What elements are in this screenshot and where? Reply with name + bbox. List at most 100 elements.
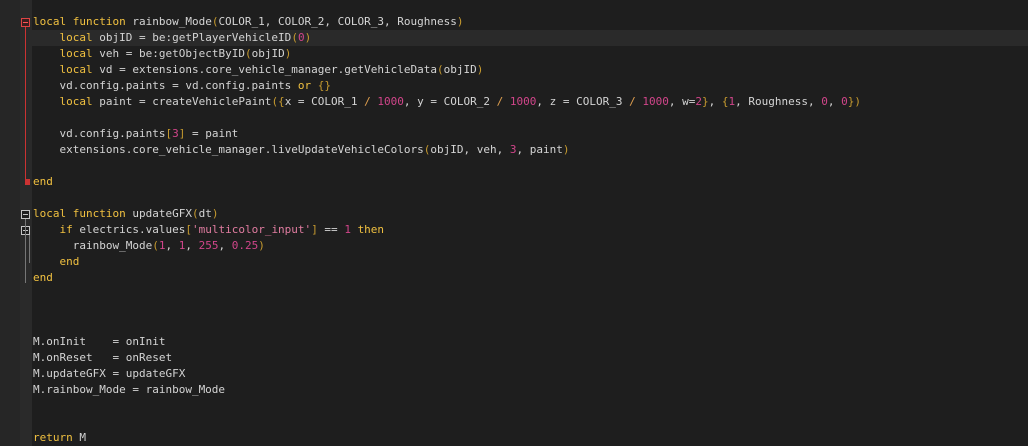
code-token: ) xyxy=(562,143,570,156)
code-token: , xyxy=(708,95,722,108)
code-token: 255 xyxy=(198,239,219,252)
code-token: local xyxy=(59,95,93,108)
fold-range-end xyxy=(25,179,30,185)
code-token: 2 xyxy=(695,95,702,108)
fold-collapse-icon[interactable] xyxy=(21,18,30,27)
code-token: 0 xyxy=(821,95,828,108)
code-token: ) xyxy=(284,47,292,60)
code-line[interactable] xyxy=(33,158,861,174)
code-text-area[interactable]: local function rainbow_Mode ( COLOR_1, COL… xyxy=(33,14,861,446)
code-token: ) xyxy=(304,31,312,44)
code-token: ({ xyxy=(271,95,285,108)
code-token: end xyxy=(59,255,80,268)
code-token: if xyxy=(59,223,73,236)
code-token: , Roughness, xyxy=(735,95,822,108)
code-token: 1000 xyxy=(642,95,669,108)
code-line[interactable]: extensions.core_vehicle_manager.liveUpda… xyxy=(33,142,861,158)
code-token: veh = be:getObjectByID xyxy=(92,47,245,60)
code-line[interactable]: M.onReset = onReset xyxy=(33,350,861,366)
code-token: M xyxy=(72,431,86,444)
code-line[interactable]: local paint = createVehiclePaint({x = CO… xyxy=(33,94,861,110)
code-token: , w= xyxy=(668,95,696,108)
code-line[interactable]: end xyxy=(33,270,861,286)
code-line[interactable] xyxy=(33,190,861,206)
code-token: objID xyxy=(443,63,477,76)
code-token: / xyxy=(364,95,371,108)
code-line[interactable]: local function rainbow_Mode(COLOR_1, COL… xyxy=(33,14,861,30)
code-token: local xyxy=(59,47,93,60)
fold-range-line xyxy=(25,219,26,283)
code-token: ( xyxy=(291,31,298,44)
code-token: == xyxy=(317,223,345,236)
code-token: , paint xyxy=(516,143,563,156)
code-token: M.onInit = onInit xyxy=(33,335,166,348)
code-token: paint = createVehiclePaint xyxy=(92,95,272,108)
code-line[interactable]: M.rainbow_Mode = rainbow_Mode xyxy=(33,382,861,398)
code-line[interactable] xyxy=(33,110,861,126)
code-token: then xyxy=(357,223,385,236)
fold-collapse-icon[interactable] xyxy=(21,210,30,219)
code-token: updateGFX xyxy=(125,207,192,220)
code-token: , xyxy=(185,239,199,252)
code-token: local function xyxy=(33,207,126,220)
code-line[interactable]: vd.config.paints = vd.config.paints or {… xyxy=(33,78,861,94)
code-editor[interactable]: local function rainbow_Mode ( COLOR_1, COL… xyxy=(0,0,1028,446)
code-line[interactable]: if electrics.values['multicolor_input'] … xyxy=(33,222,861,238)
code-line[interactable] xyxy=(33,398,861,414)
code-token: ) xyxy=(211,207,219,220)
code-token: objID, veh, xyxy=(430,143,510,156)
code-token: end xyxy=(33,271,53,284)
code-line[interactable]: vd.config.paints[3] = paint xyxy=(33,126,861,142)
code-token: , xyxy=(165,239,179,252)
code-token: , xyxy=(827,95,842,108)
code-token: ( xyxy=(152,239,159,252)
code-token: , xyxy=(218,239,232,252)
code-token: , z = COLOR_3 xyxy=(536,95,630,108)
code-token: 0 xyxy=(841,95,848,108)
code-token: 1000 xyxy=(377,95,404,108)
code-token: ) xyxy=(476,63,484,76)
code-line[interactable]: end xyxy=(33,174,861,190)
code-token: M.updateGFX = updateGFX xyxy=(33,367,186,380)
code-token: rainbow_Mode xyxy=(125,15,212,28)
code-token: } xyxy=(701,95,709,108)
code-line[interactable]: end xyxy=(33,254,861,270)
code-token: vd.config.paints = vd.config.paints xyxy=(33,79,298,92)
code-token: local xyxy=(59,31,93,44)
fold-range-line xyxy=(29,235,30,263)
code-token: or xyxy=(297,79,312,92)
code-line[interactable]: rainbow_Mode(1, 1, 255, 0.25) xyxy=(33,238,861,254)
line-number-gutter xyxy=(0,0,20,446)
code-token: }) xyxy=(847,95,861,108)
code-token: 3 xyxy=(172,127,179,140)
code-token: vd.config.paints xyxy=(33,127,166,140)
code-token: M.rainbow_Mode = rainbow_Mode xyxy=(33,383,226,396)
code-token: M.onReset = onReset xyxy=(33,351,173,364)
code-token: ( xyxy=(244,47,252,60)
code-line[interactable] xyxy=(33,414,861,430)
code-token: ( xyxy=(191,207,199,220)
code-token: 'multicolor_input' xyxy=(191,223,312,236)
code-token: COLOR_1, COLOR_2, COLOR_3, Roughness xyxy=(218,15,457,28)
code-token: x = COLOR_1 xyxy=(284,95,365,108)
code-line[interactable] xyxy=(33,302,861,318)
code-token: end xyxy=(33,175,53,188)
code-line[interactable]: return M xyxy=(33,430,861,446)
code-token: vd = extensions.core_vehicle_manager.get… xyxy=(92,63,437,76)
code-token: {} xyxy=(317,79,332,92)
code-token: , y = COLOR_2 xyxy=(403,95,497,108)
code-line[interactable] xyxy=(33,318,861,334)
code-line[interactable]: M.updateGFX = updateGFX xyxy=(33,366,861,382)
code-line[interactable]: M.onInit = onInit xyxy=(33,334,861,350)
code-line[interactable]: local function updateGFX(dt) xyxy=(33,206,861,222)
code-line[interactable] xyxy=(33,286,861,302)
code-line[interactable]: local vd = extensions.core_vehicle_manag… xyxy=(33,62,861,78)
code-line[interactable]: local veh = be:getObjectByID(objID) xyxy=(33,46,861,62)
code-line[interactable]: local objID = be:getPlayerVehicleID(0) xyxy=(33,30,861,46)
code-token: ) xyxy=(456,15,464,28)
